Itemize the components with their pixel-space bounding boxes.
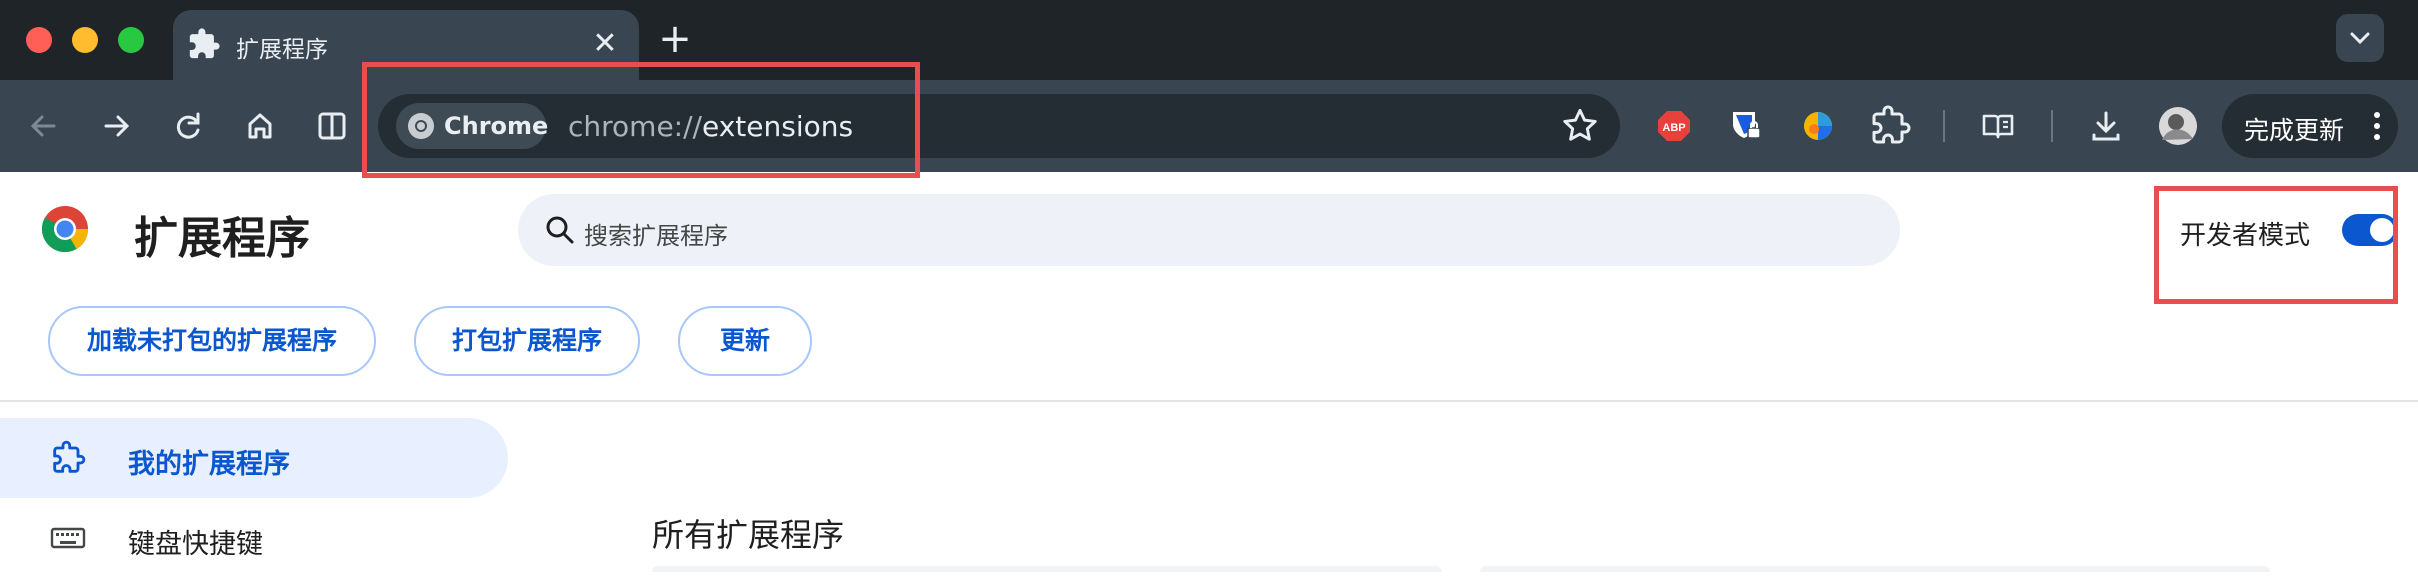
puzzle-icon: [48, 438, 88, 478]
reading-mode-icon: [1982, 114, 2014, 139]
adblock-plus-button[interactable]: ABP: [1650, 102, 1698, 150]
avatar: [2159, 107, 2197, 145]
load-unpacked-button[interactable]: 加载未打包的扩展程序: [48, 306, 376, 376]
reading-mode-button[interactable]: [1974, 102, 2022, 150]
star-icon: [1563, 108, 1597, 141]
back-button[interactable]: [20, 102, 68, 150]
close-window-button[interactable]: [26, 27, 52, 53]
arrow-left-icon: [30, 115, 56, 137]
colorful-extension-button[interactable]: [1794, 102, 1842, 150]
extension-card: [1480, 566, 2270, 572]
extension-card: [652, 566, 1442, 572]
pack-extension-button[interactable]: 打包扩展程序: [414, 306, 640, 376]
svg-text:ABP: ABP: [1662, 122, 1685, 134]
adblock-plus-icon: ABP: [1658, 111, 1690, 141]
update-label: 完成更新: [2244, 116, 2345, 145]
minimize-window-button[interactable]: [72, 27, 98, 53]
forward-button[interactable]: [92, 102, 140, 150]
sidebar-item-my-extensions[interactable]: 我的扩展程序: [0, 418, 508, 498]
sidebar-item-label: 我的扩展程序: [128, 449, 290, 480]
highlight-box-address: [362, 62, 920, 178]
section-title: 所有扩展程序: [652, 516, 845, 554]
bookmark-star-button[interactable]: [1558, 104, 1602, 148]
home-button[interactable]: [236, 102, 284, 150]
profile-button[interactable]: [2154, 102, 2202, 150]
search-placeholder: 搜索扩展程序: [584, 222, 728, 250]
side-panel-icon: [318, 112, 346, 140]
page-title: 扩展程序: [134, 213, 310, 264]
finish-update-button[interactable]: 完成更新: [2222, 94, 2398, 158]
tab-search-button[interactable]: [2336, 14, 2384, 62]
header-divider: [0, 400, 2418, 402]
reload-button[interactable]: [164, 102, 212, 150]
toolbar-separator: [2051, 110, 2053, 142]
update-extensions-button[interactable]: 更新: [678, 306, 812, 376]
extensions-puzzle-icon: [1872, 105, 1911, 144]
puzzle-icon: [187, 27, 221, 61]
downloads-button[interactable]: [2082, 102, 2130, 150]
toolbar-separator: [1943, 110, 1945, 142]
chevron-down-icon: [2350, 32, 2370, 45]
reload-icon: [176, 112, 200, 139]
download-icon: [2092, 111, 2120, 141]
bitwarden-button[interactable]: [1722, 102, 1770, 150]
highlight-box-dev-mode: [2154, 186, 2398, 304]
sidebar-item-label: 键盘快捷键: [128, 529, 263, 560]
bitwarden-icon: [1733, 112, 1761, 139]
colorful-extension-icon: [1804, 112, 1832, 140]
extensions-menu-button[interactable]: [1866, 102, 1914, 150]
side-panel-button[interactable]: [308, 102, 356, 150]
arrow-right-icon: [104, 115, 130, 137]
keyboard-icon: [48, 518, 88, 558]
home-icon: [248, 113, 272, 139]
maximize-window-button[interactable]: [118, 27, 144, 53]
tab-close-button[interactable]: ✕: [587, 26, 623, 62]
sidebar-item-keyboard-shortcuts[interactable]: 键盘快捷键: [0, 498, 508, 578]
new-tab-button[interactable]: +: [650, 16, 700, 66]
chrome-logo-icon: [40, 204, 90, 254]
more-vert-icon: [2372, 106, 2382, 146]
search-input[interactable]: 搜索扩展程序: [518, 194, 1900, 266]
search-icon: [540, 210, 580, 250]
tab-title: 扩展程序: [236, 37, 328, 63]
